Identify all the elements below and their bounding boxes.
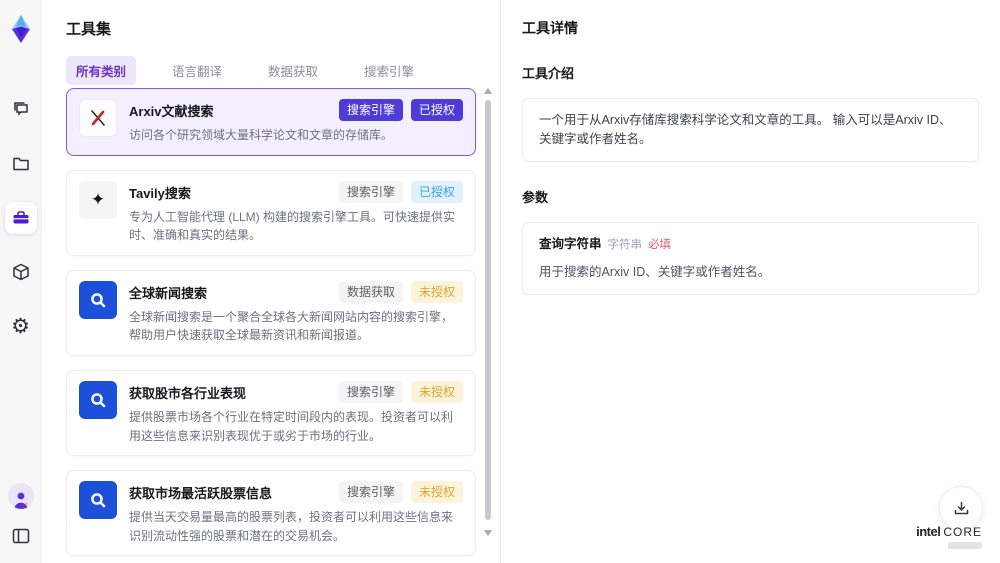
stock-search-icon xyxy=(79,380,117,419)
params-heading: 参数 xyxy=(522,189,549,205)
category-badge: 搜索引擎 xyxy=(338,180,403,203)
download-icon xyxy=(953,500,970,517)
param-box: 查询字符串 字符串 必填 用于搜索的Arxiv ID、关键字或作者姓名。 xyxy=(522,221,979,295)
category-badge: 搜索引擎 xyxy=(338,99,403,121)
tab-search-engine[interactable]: 搜索引擎 xyxy=(354,56,424,85)
sidebar-item-chat[interactable] xyxy=(5,94,37,126)
gear-icon: ⚙ xyxy=(11,314,30,338)
cube-icon xyxy=(11,262,31,282)
news-search-icon xyxy=(79,280,117,319)
intel-core-logo: intel CORE xyxy=(916,524,982,549)
arxiv-logo-icon xyxy=(79,99,117,137)
category-badge: 数据获取 xyxy=(338,280,403,303)
tab-all-categories[interactable]: 所有类别 xyxy=(66,56,137,85)
sidebar-item-toolbox[interactable] xyxy=(4,202,37,234)
param-description: 用于搜索的Arxiv ID、关键字或作者姓名。 xyxy=(539,264,771,279)
auth-badge: 已授权 xyxy=(410,99,463,121)
param-required-badge: 必填 xyxy=(648,238,672,251)
list-scrollbar[interactable] xyxy=(483,88,493,550)
tool-card-list: Arxiv文献搜索 搜索引擎 已授权 访问各个研究领域大量科学论文和文章的存储库… xyxy=(66,88,476,563)
param-name: 查询字符串 xyxy=(539,236,602,251)
sidebar-item-files[interactable] xyxy=(5,148,37,180)
intro-heading: 工具介绍 xyxy=(522,66,575,81)
collapse-sidebar-button[interactable] xyxy=(8,523,34,549)
intel-wordmark: intel xyxy=(916,524,941,539)
stock-search-icon xyxy=(79,481,117,520)
intel-sub-badge xyxy=(948,542,982,549)
intro-box: 一个用于从Arxiv存储库搜索科学论文和文章的工具。 输入可以是Arxiv ID… xyxy=(522,98,979,162)
folder-icon xyxy=(11,154,31,174)
intro-text: 一个用于从Arxiv存储库搜索科学论文和文章的工具。 输入可以是Arxiv ID… xyxy=(539,113,952,146)
auth-badge: 已授权 xyxy=(410,180,463,203)
tool-card-global-news[interactable]: 全球新闻搜索 数据获取 未授权 全球新闻搜索是一个聚合全球各大新闻网站内容的搜索… xyxy=(66,269,476,356)
category-tabs: 所有类别 语言翻译 数据获取 搜索引擎 xyxy=(66,56,424,85)
scrollbar-thumb[interactable] xyxy=(485,100,491,520)
auth-badge: 未授权 xyxy=(410,481,463,504)
tool-description: 提供股票市场各个行业在特定时间段内的表现。投资者可以利用这些信息来识别表现优于或… xyxy=(129,409,454,443)
details-title: 工具详情 xyxy=(522,20,578,36)
tab-data-fetch[interactable]: 数据获取 xyxy=(258,56,328,85)
scroll-down-icon[interactable] xyxy=(484,530,492,536)
tool-card-tavily[interactable]: ✦ Tavily搜索 搜索引擎 已授权 专为人工智能代理 (LLM) 构建的搜索… xyxy=(66,169,476,256)
toolbox-icon xyxy=(11,208,31,228)
auth-badge: 未授权 xyxy=(410,380,463,403)
toolset-panel: 工具集 所有类别 语言翻译 数据获取 搜索引擎 Arxiv文献搜索 搜索引擎 已… xyxy=(42,0,500,563)
tool-title: Arxiv文献搜索 xyxy=(129,104,214,119)
tool-title: Tavily搜索 xyxy=(129,185,191,201)
app-logo-icon xyxy=(4,12,38,46)
sidebar-item-models[interactable] xyxy=(5,256,37,288)
tool-title: 获取股市各行业表现 xyxy=(129,385,247,401)
tool-card-sector-performance[interactable]: 获取股市各行业表现 搜索引擎 未授权 提供股票市场各个行业在特定时间段内的表现。… xyxy=(66,369,476,457)
tool-card-active-stocks[interactable]: 获取市场最活跃股票信息 搜索引擎 未授权 提供当天交易量最高的股票列表，投资者可… xyxy=(66,470,476,557)
category-badge: 搜索引擎 xyxy=(338,380,403,403)
tool-description: 提供当天交易量最高的股票列表，投资者可以利用这些信息来识别流动性强的股票和潜在的… xyxy=(129,510,454,543)
left-rail: ⚙ xyxy=(0,0,42,563)
category-badge: 搜索引擎 xyxy=(338,481,403,504)
tool-description: 访问各个研究领域大量科学论文和文章的存储库。 xyxy=(129,128,394,142)
tab-language-translation[interactable]: 语言翻译 xyxy=(162,56,232,85)
avatar[interactable] xyxy=(8,483,34,509)
scroll-up-icon[interactable] xyxy=(484,88,492,94)
tool-title: 获取市场最活跃股票信息 xyxy=(129,486,273,502)
param-type: 字符串 xyxy=(607,238,643,251)
tool-details-panel: 工具详情 工具介绍 一个用于从Arxiv存储库搜索科学论文和文章的工具。 输入可… xyxy=(500,0,1000,563)
tool-description: 全球新闻搜索是一个聚合全球各大新闻网站内容的搜索引擎，帮助用户快速获取全球最新资… xyxy=(129,309,454,343)
panel-collapse-icon xyxy=(12,528,30,544)
tool-title: 全球新闻搜索 xyxy=(129,285,208,301)
tool-description: 专为人工智能代理 (LLM) 构建的搜索引擎工具。可快速提供实时、准确和真实的结… xyxy=(129,209,456,243)
chat-icon xyxy=(11,100,31,120)
tavily-star-icon: ✦ xyxy=(79,180,117,219)
sidebar-item-settings[interactable]: ⚙ xyxy=(5,310,37,342)
tool-card-arxiv[interactable]: Arxiv文献搜索 搜索引擎 已授权 访问各个研究领域大量科学论文和文章的存储库… xyxy=(66,88,476,156)
core-wordmark: CORE xyxy=(943,525,982,539)
page-title: 工具集 xyxy=(66,21,112,38)
auth-badge: 未授权 xyxy=(410,280,463,303)
